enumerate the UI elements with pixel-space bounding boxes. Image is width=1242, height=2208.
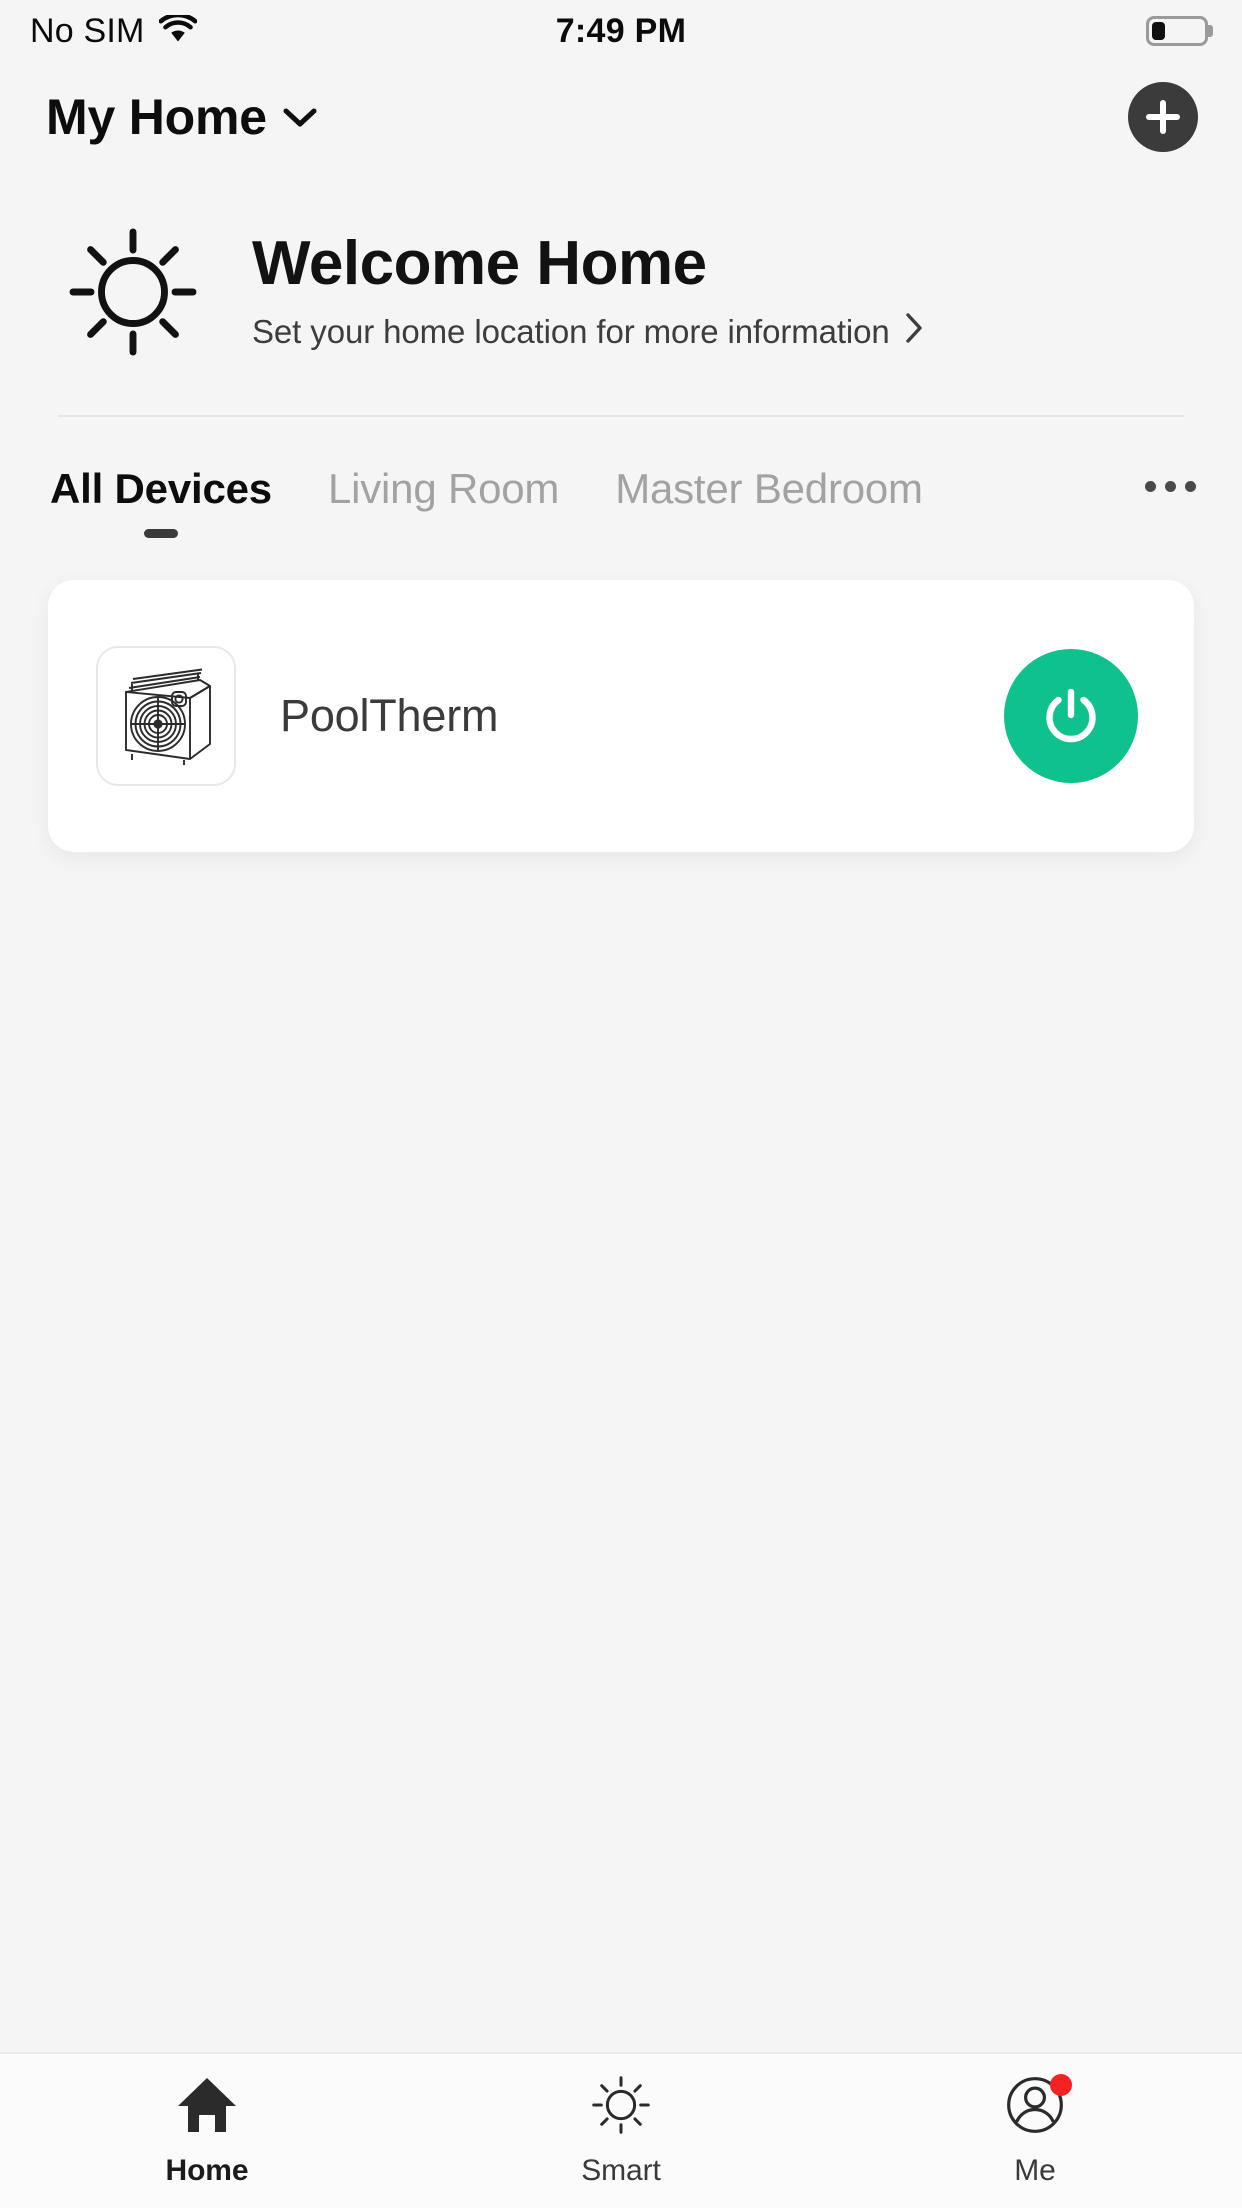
nav-label: Me xyxy=(1014,2154,1056,2187)
tab-label: Master Bedroom xyxy=(615,465,923,512)
sun-outline-icon xyxy=(588,2074,654,2140)
welcome-title: Welcome Home xyxy=(252,228,707,298)
room-tabs: All Devices Living Room Master Bedroom xyxy=(0,417,1242,538)
device-card-pooltherm[interactable]: PoolTherm xyxy=(48,580,1194,852)
chevron-down-icon xyxy=(283,107,317,134)
tab-label: All Devices xyxy=(50,465,272,512)
home-selector[interactable]: My Home xyxy=(46,88,317,146)
tab-master-bedroom[interactable]: Master Bedroom xyxy=(615,465,923,538)
nav-item-me[interactable]: Me xyxy=(828,2074,1242,2188)
nav-item-home[interactable]: Home xyxy=(0,2074,414,2188)
nav-item-smart[interactable]: Smart xyxy=(414,2074,828,2188)
tab-all-devices[interactable]: All Devices xyxy=(50,465,272,538)
status-bar-right xyxy=(1146,16,1208,46)
page-title: My Home xyxy=(46,89,267,145)
tab-active-indicator xyxy=(427,529,461,538)
app-screen: No SIM 7:49 PM My Home Welcome Home Set … xyxy=(0,0,1242,2208)
chevron-right-icon xyxy=(904,312,924,352)
power-icon xyxy=(1046,688,1096,743)
device-power-toggle[interactable] xyxy=(1004,649,1138,783)
tab-label: Living Room xyxy=(327,465,560,512)
welcome-banner[interactable]: Welcome Home Set your home location for … xyxy=(0,172,1242,415)
heat-pump-icon xyxy=(96,646,236,786)
bottom-navigation: Home Smart Me xyxy=(0,2052,1242,2208)
home-icon xyxy=(174,2074,240,2140)
welcome-subtitle: Set your home location for more informat… xyxy=(252,313,890,351)
nav-label: Smart xyxy=(581,2154,661,2187)
add-device-button[interactable] xyxy=(1128,82,1198,152)
device-list: PoolTherm xyxy=(0,538,1242,2052)
nav-label: Home xyxy=(165,2154,249,2187)
app-header: My Home xyxy=(0,62,1242,172)
tab-living-room[interactable]: Living Room xyxy=(328,465,559,538)
status-time: 7:49 PM xyxy=(555,11,687,50)
notification-badge xyxy=(1050,2074,1072,2096)
person-circle-icon xyxy=(1002,2074,1072,2140)
device-name-label: PoolTherm xyxy=(280,690,499,741)
tab-active-indicator xyxy=(143,529,178,538)
tab-active-indicator xyxy=(752,529,786,538)
welcome-text-block: Welcome Home Set your home location for … xyxy=(252,231,924,352)
welcome-subtitle-row[interactable]: Set your home location for more informat… xyxy=(252,312,924,352)
plus-icon xyxy=(1146,100,1180,134)
battery-icon xyxy=(1146,16,1208,46)
ellipsis-icon[interactable] xyxy=(1145,465,1196,492)
sun-icon xyxy=(58,214,208,369)
status-bar: No SIM 7:49 PM xyxy=(0,0,1242,62)
